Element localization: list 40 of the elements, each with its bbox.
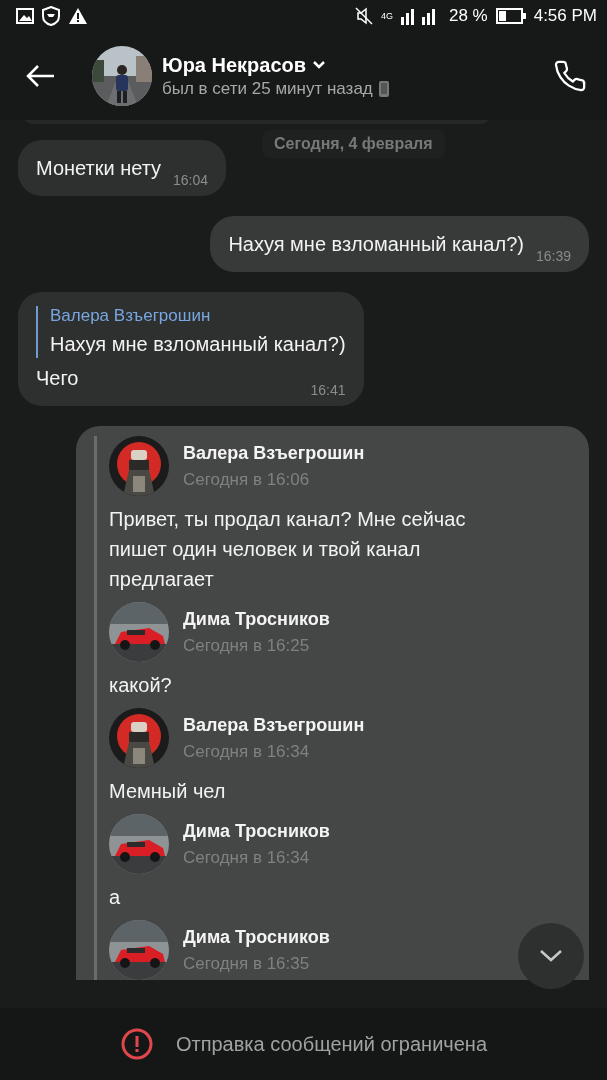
phone-device-icon — [378, 80, 389, 97]
message-time: Сегодня в 16:35 — [183, 953, 311, 974]
message-time: 16:39 — [535, 248, 571, 264]
message-text: Монетки нету — [36, 156, 162, 181]
restriction-notice: Отправка сообщений ограничена — [175, 1032, 488, 1056]
clock: 4:56 PM — [533, 6, 597, 26]
message-text: какой? — [109, 673, 173, 698]
battery-icon — [495, 8, 526, 24]
message-time: Сегодня в 16:25 — [183, 635, 311, 656]
author-name: Валера Взъегрошин — [183, 442, 365, 464]
alert-icon — [119, 1027, 154, 1061]
warning-icon — [68, 7, 88, 25]
message-time: 16:41 — [310, 382, 346, 398]
quote-text: Нахуя мне взломанный канал?) — [50, 332, 346, 357]
shield-icon — [42, 6, 60, 26]
chevron-down-icon — [538, 948, 564, 964]
message-time: Сегодня в 16:34 — [183, 741, 311, 762]
message-text: Чего — [36, 366, 79, 391]
author-name: Дима Тросников — [183, 820, 330, 842]
message-text: Привет, ты продал канал? Мне сейчас пишет один человек и твой канал предлагает — [109, 507, 467, 592]
author-name: Дима Тросников — [183, 926, 330, 948]
contact-name[interactable]: Юра Некрасов — [162, 53, 307, 77]
message-text: Мемный чел — [109, 779, 227, 804]
date-separator: Сегодня, 4 февраля — [262, 130, 445, 158]
mute-icon — [354, 7, 373, 25]
battery-percent: 28 % — [448, 6, 488, 26]
author-name: Валера Взъегрошин — [183, 714, 365, 736]
chevron-down-icon[interactable] — [312, 60, 327, 70]
message-time: 16:04 — [173, 172, 209, 188]
back-button[interactable] — [26, 64, 56, 88]
message-time: Сегодня в 16:34 — [183, 847, 311, 868]
last-seen-status: был в сети 25 минут назад — [162, 78, 373, 99]
message-time: Сегодня в 16:06 — [183, 469, 311, 490]
message-text: Нахуя мне взломанный канал?) — [228, 232, 524, 257]
message-text: а — [109, 885, 122, 910]
author-name: Дима Тросников — [183, 608, 330, 630]
call-button[interactable] — [553, 59, 587, 93]
image-icon — [16, 8, 34, 24]
network-type: 4G — [380, 11, 393, 21]
quote-author: Валера Взъегрошин — [50, 306, 212, 326]
